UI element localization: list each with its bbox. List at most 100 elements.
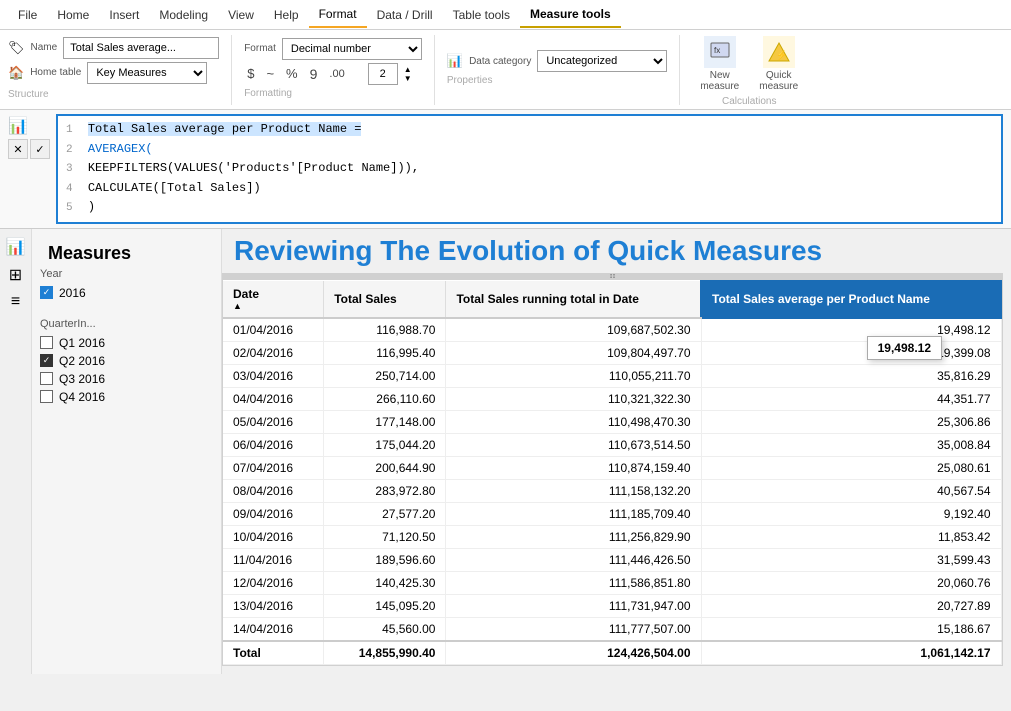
data-cat-icon: 📊 bbox=[447, 53, 463, 69]
sidebar-icons: 📊 ⊞ ≡ bbox=[0, 229, 32, 674]
home-table-icon: 🏠 bbox=[8, 65, 24, 81]
cell-avg-per-product: 35,008.84 bbox=[701, 433, 1001, 456]
quarter-label: QuarterIn... bbox=[40, 318, 213, 330]
formula-editor[interactable]: 1 Total Sales average per Product Name =… bbox=[56, 114, 1003, 224]
new-measure-button[interactable]: fx New measure bbox=[692, 32, 747, 96]
menu-modeling[interactable]: Modeling bbox=[149, 3, 218, 27]
menu-format[interactable]: Format bbox=[309, 2, 367, 28]
quick-measure-button[interactable]: ⚡ Quick measure bbox=[751, 32, 806, 96]
formula-line-4: 4 CALCULATE([Total Sales]) bbox=[66, 179, 993, 199]
cell-date: 10/04/2016 bbox=[223, 525, 324, 548]
cell-running-total: 110,874,159.40 bbox=[446, 456, 701, 479]
q2-item[interactable]: ✓ Q2 2016 bbox=[40, 352, 213, 370]
table-row: 11/04/2016 189,596.60 111,446,426.50 31,… bbox=[223, 548, 1001, 571]
menu-help[interactable]: Help bbox=[264, 3, 309, 27]
bar-chart-icon[interactable]: 📊 bbox=[6, 237, 26, 257]
svg-text:fx: fx bbox=[714, 46, 720, 55]
year-2016-item[interactable]: ✓ 2016 bbox=[40, 284, 213, 302]
menu-measure-tools[interactable]: Measure tools bbox=[520, 2, 621, 28]
quick-measure-label: Quick measure bbox=[759, 70, 798, 92]
table-row: 09/04/2016 27,577.20 111,185,709.40 9,19… bbox=[223, 502, 1001, 525]
confirm-formula-button[interactable]: ✓ bbox=[30, 139, 50, 159]
main-content: 📊 ⊞ ≡ Measures Year ✓ 2016 QuarterIn... … bbox=[0, 229, 1011, 674]
col-running-total: Total Sales running total in Date bbox=[446, 281, 701, 318]
data-table-container[interactable]: ⠿ Date ▲ Total Sales Total Sales running… bbox=[222, 273, 1003, 666]
properties-label: Properties bbox=[447, 75, 493, 86]
cell-avg-per-product: 25,306.86 bbox=[701, 410, 1001, 433]
menu-file[interactable]: File bbox=[8, 3, 47, 27]
table-row: 05/04/2016 177,148.00 110,498,470.30 25,… bbox=[223, 410, 1001, 433]
measures-title: Measures bbox=[40, 237, 213, 268]
q3-checkbox[interactable] bbox=[40, 372, 53, 385]
quick-measure-icon: ⚡ bbox=[763, 36, 795, 68]
q1-item[interactable]: Q1 2016 bbox=[40, 334, 213, 352]
percent-button[interactable]: % bbox=[283, 64, 301, 83]
formula-text-5: ) bbox=[88, 200, 95, 214]
cell-total-sales: 71,120.50 bbox=[324, 525, 446, 548]
cell-avg-per-product: 11,853.42 bbox=[701, 525, 1001, 548]
formula-icon-row: 📊 bbox=[8, 116, 50, 136]
calculations-label: Calculations bbox=[692, 96, 806, 107]
ribbon-name-row: 🏷 Name bbox=[8, 37, 219, 59]
q2-checkbox[interactable]: ✓ bbox=[40, 354, 53, 367]
cell-date: 05/04/2016 bbox=[223, 410, 324, 433]
table-row: 08/04/2016 283,972.80 111,158,132.20 40,… bbox=[223, 479, 1001, 502]
format-select[interactable]: Decimal number bbox=[282, 38, 422, 60]
comma-button[interactable]: 9 bbox=[307, 64, 321, 84]
cell-total-sales: 145,095.20 bbox=[324, 594, 446, 617]
q4-item[interactable]: Q4 2016 bbox=[40, 388, 213, 406]
menu-view[interactable]: View bbox=[218, 3, 264, 27]
total-avg: 1,061,142.17 bbox=[701, 641, 1001, 665]
table-header-row: Date ▲ Total Sales Total Sales running t… bbox=[223, 281, 1001, 318]
cell-avg-per-product: 35,816.29 bbox=[701, 364, 1001, 387]
grid-icon[interactable]: ⊞ bbox=[9, 265, 22, 285]
formula-text-4: CALCULATE([Total Sales]) bbox=[88, 181, 261, 195]
cell-avg-per-product: 15,186.67 bbox=[701, 617, 1001, 641]
content-area: Reviewing The Evolution of Quick Measure… bbox=[222, 229, 1011, 674]
cell-date: 09/04/2016 bbox=[223, 502, 324, 525]
formula-controls: 📊 ✕ ✓ bbox=[8, 114, 50, 159]
cell-running-total: 111,446,426.50 bbox=[446, 548, 701, 571]
cell-date: 08/04/2016 bbox=[223, 479, 324, 502]
ribbon-name-group: 🏷 Name 🏠 Home table Key Measures Structu… bbox=[8, 35, 232, 105]
menu-insert[interactable]: Insert bbox=[99, 3, 149, 27]
table-row: 07/04/2016 200,644.90 110,874,159.40 25,… bbox=[223, 456, 1001, 479]
year-2016-checkbox[interactable]: ✓ bbox=[40, 286, 53, 299]
svg-text:⚡: ⚡ bbox=[776, 49, 787, 61]
cell-date: 12/04/2016 bbox=[223, 571, 324, 594]
menu-table-tools[interactable]: Table tools bbox=[443, 3, 520, 27]
quarter-filter-section: QuarterIn... Q1 2016 ✓ Q2 2016 Q3 2016 Q… bbox=[40, 318, 213, 406]
year-2016-label: 2016 bbox=[59, 286, 86, 300]
data-category-select[interactable]: Uncategorized bbox=[537, 50, 667, 72]
formula-line-5: 5 ) bbox=[66, 198, 993, 218]
data-table: Date ▲ Total Sales Total Sales running t… bbox=[223, 280, 1002, 665]
q3-item[interactable]: Q3 2016 bbox=[40, 370, 213, 388]
layers-icon[interactable]: ≡ bbox=[11, 293, 20, 311]
cell-running-total: 110,498,470.30 bbox=[446, 410, 701, 433]
decimal-places-input[interactable] bbox=[368, 63, 398, 85]
home-table-select[interactable]: Key Measures bbox=[87, 62, 207, 84]
cancel-formula-button[interactable]: ✕ bbox=[8, 139, 28, 159]
cell-avg-per-product: 20,060.76 bbox=[701, 571, 1001, 594]
ribbon: 🏷 Name 🏠 Home table Key Measures Structu… bbox=[0, 30, 1011, 110]
q4-checkbox[interactable] bbox=[40, 390, 53, 403]
currency-button[interactable]: $ bbox=[244, 64, 257, 83]
cell-avg-per-product: 25,080.61 bbox=[701, 456, 1001, 479]
cell-running-total: 109,804,497.70 bbox=[446, 341, 701, 364]
menu-data-drill[interactable]: Data / Drill bbox=[367, 3, 443, 27]
ribbon-calculations-group: fx New measure ⚡ Quick measure Calculati… bbox=[692, 35, 818, 105]
decimal-button[interactable]: .00 bbox=[326, 66, 347, 82]
q1-checkbox[interactable] bbox=[40, 336, 53, 349]
calc-buttons: fx New measure ⚡ Quick measure bbox=[692, 32, 806, 96]
cell-date: 13/04/2016 bbox=[223, 594, 324, 617]
name-input[interactable] bbox=[63, 37, 219, 59]
col-avg-per-product: Total Sales average per Product Name bbox=[701, 281, 1001, 318]
cell-total-sales: 283,972.80 bbox=[324, 479, 446, 502]
cell-running-total: 110,321,322.30 bbox=[446, 387, 701, 410]
decimal-spinner[interactable]: ▲ ▼ bbox=[404, 65, 412, 83]
cell-date: 04/04/2016 bbox=[223, 387, 324, 410]
menu-home[interactable]: Home bbox=[47, 3, 99, 27]
menu-bar: File Home Insert Modeling View Help Form… bbox=[0, 0, 1011, 30]
table-row: 06/04/2016 175,044.20 110,673,514.50 35,… bbox=[223, 433, 1001, 456]
chart-icon: 📊 bbox=[8, 116, 28, 136]
